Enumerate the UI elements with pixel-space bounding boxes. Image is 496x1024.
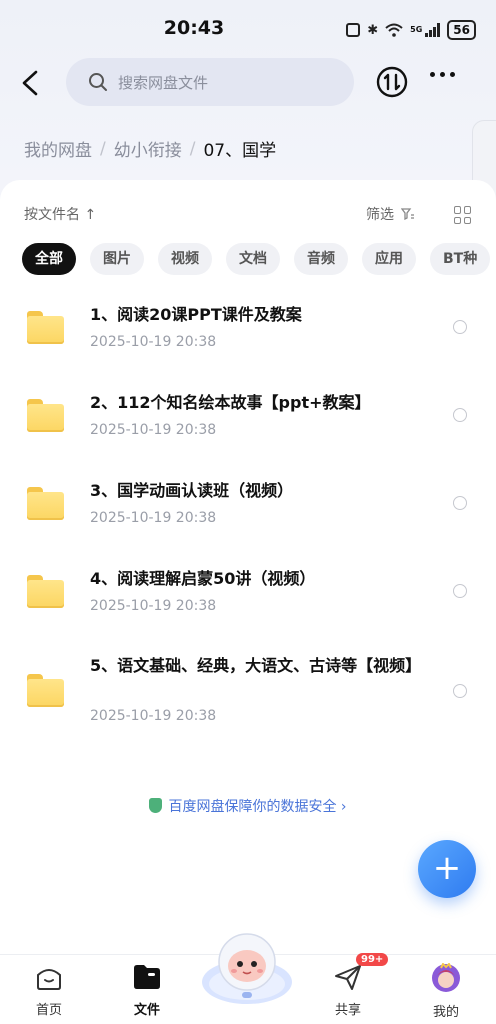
- list-item[interactable]: 2、112个知名绘本故事【ppt+教案】 2025-10-19 20:38: [0, 378, 496, 466]
- file-date: 2025-10-19 20:38: [90, 598, 217, 614]
- sort-row: 按文件名 ↑ 筛选: [24, 204, 474, 226]
- shield-icon: [149, 798, 163, 813]
- file-date: 2025-10-19 20:38: [90, 334, 217, 350]
- search-placeholder: 搜索网盘文件: [118, 73, 209, 92]
- status-bar: 20:43 ✱ 5G 56: [0, 0, 496, 56]
- breadcrumb-current: 07、国学: [203, 141, 277, 161]
- folder-icon: [27, 487, 64, 520]
- search-input[interactable]: 搜索网盘文件: [66, 58, 354, 106]
- speed-icon: [346, 23, 361, 37]
- chip-audio[interactable]: 音频: [294, 243, 348, 275]
- filter-button[interactable]: 筛选: [366, 204, 415, 224]
- file-name: 4、阅读理解启蒙50讲（视频）: [90, 569, 316, 588]
- top-bar: 搜索网盘文件: [0, 58, 496, 108]
- tab-mine-label: 我的: [432, 1005, 459, 1020]
- breadcrumb: 我的网盘 / 幼小衔接 / 07、国学: [24, 136, 277, 162]
- home-icon: [37, 969, 61, 990]
- list-item[interactable]: 3、国学动画认读班（视频） 2025-10-19 20:38: [0, 466, 496, 554]
- tab-home[interactable]: 首页: [9, 963, 89, 1018]
- filter-label: 筛选: [366, 207, 394, 223]
- folder-icon: [27, 575, 64, 608]
- select-radio[interactable]: [453, 496, 467, 510]
- wifi-icon: [385, 23, 403, 37]
- breadcrumb-item[interactable]: 我的网盘: [24, 136, 92, 161]
- tab-share[interactable]: 共享: [308, 963, 388, 1018]
- tab-mine[interactable]: 我的: [406, 962, 486, 1020]
- breadcrumb-item[interactable]: 幼小衔接: [114, 136, 182, 161]
- tab-share-label: 共享: [334, 1003, 361, 1018]
- select-radio[interactable]: [453, 408, 467, 422]
- tab-home-label: 首页: [35, 1003, 62, 1018]
- data-safety-link[interactable]: 百度网盘保障你的数据安全 ›: [0, 796, 496, 816]
- bluetooth-icon: ✱: [367, 22, 379, 38]
- list-item[interactable]: 1、阅读20课PPT课件及教案 2025-10-19 20:38: [0, 290, 496, 378]
- file-name: 5、语文基础、经典，大语文、古诗等【视频】: [90, 656, 422, 675]
- network-5g-icon: 5G: [410, 25, 423, 34]
- safety-text: 百度网盘保障你的数据安全 ›: [168, 799, 347, 815]
- more-icon[interactable]: [430, 72, 455, 77]
- select-radio[interactable]: [453, 320, 467, 334]
- files-icon: [134, 965, 160, 989]
- mascot-astronaut-icon[interactable]: [200, 926, 294, 1006]
- back-icon[interactable]: [18, 68, 48, 98]
- breadcrumb-separator: /: [100, 138, 106, 159]
- filter-icon: [401, 208, 415, 221]
- folder-icon: [27, 674, 64, 707]
- breadcrumb-separator: /: [189, 138, 196, 159]
- folder-icon: [27, 311, 64, 344]
- type-filter-chips: 全部 图片 视频 文档 音频 应用 BT种: [22, 243, 491, 275]
- file-date: 2025-10-19 20:38: [90, 422, 217, 438]
- file-date: 2025-10-19 20:38: [90, 708, 217, 724]
- select-radio[interactable]: [453, 684, 467, 698]
- file-list: 1、阅读20课PPT课件及教案 2025-10-19 20:38 2、112个知…: [0, 290, 496, 752]
- status-icons: ✱ 5G 56: [346, 20, 476, 40]
- folder-icon: [27, 399, 64, 432]
- chip-documents[interactable]: 文档: [226, 243, 280, 275]
- share-badge: 99+: [356, 953, 389, 966]
- chip-bt[interactable]: BT种: [430, 243, 491, 275]
- sort-button[interactable]: 按文件名 ↑: [24, 204, 96, 224]
- chip-videos[interactable]: 视频: [158, 243, 212, 275]
- tab-files[interactable]: 文件: [107, 963, 187, 1018]
- add-button[interactable]: +: [418, 840, 476, 898]
- list-item[interactable]: 5、语文基础、经典，大语文、古诗等【视频】 2025-10-19 20:38: [0, 642, 496, 752]
- list-item[interactable]: 4、阅读理解启蒙50讲（视频） 2025-10-19 20:38: [0, 554, 496, 642]
- share-icon: [335, 965, 361, 990]
- status-time: 20:43: [163, 17, 225, 39]
- signal-icon: [425, 23, 441, 37]
- file-name: 1、阅读20课PPT课件及教案: [90, 305, 302, 324]
- chip-apps[interactable]: 应用: [362, 243, 416, 275]
- file-date: 2025-10-19 20:38: [90, 510, 217, 526]
- grid-view-icon[interactable]: [454, 206, 472, 224]
- chip-images[interactable]: 图片: [90, 243, 144, 275]
- file-name: 3、国学动画认读班（视频）: [90, 481, 294, 500]
- tab-files-label: 文件: [133, 1003, 160, 1018]
- chip-all[interactable]: 全部: [22, 243, 76, 275]
- select-radio[interactable]: [453, 584, 467, 598]
- battery-indicator: 56: [447, 20, 476, 40]
- file-name: 2、112个知名绘本故事【ppt+教案】: [90, 393, 371, 412]
- transfer-icon[interactable]: [376, 66, 408, 98]
- search-icon: [89, 73, 107, 91]
- avatar: [432, 962, 460, 992]
